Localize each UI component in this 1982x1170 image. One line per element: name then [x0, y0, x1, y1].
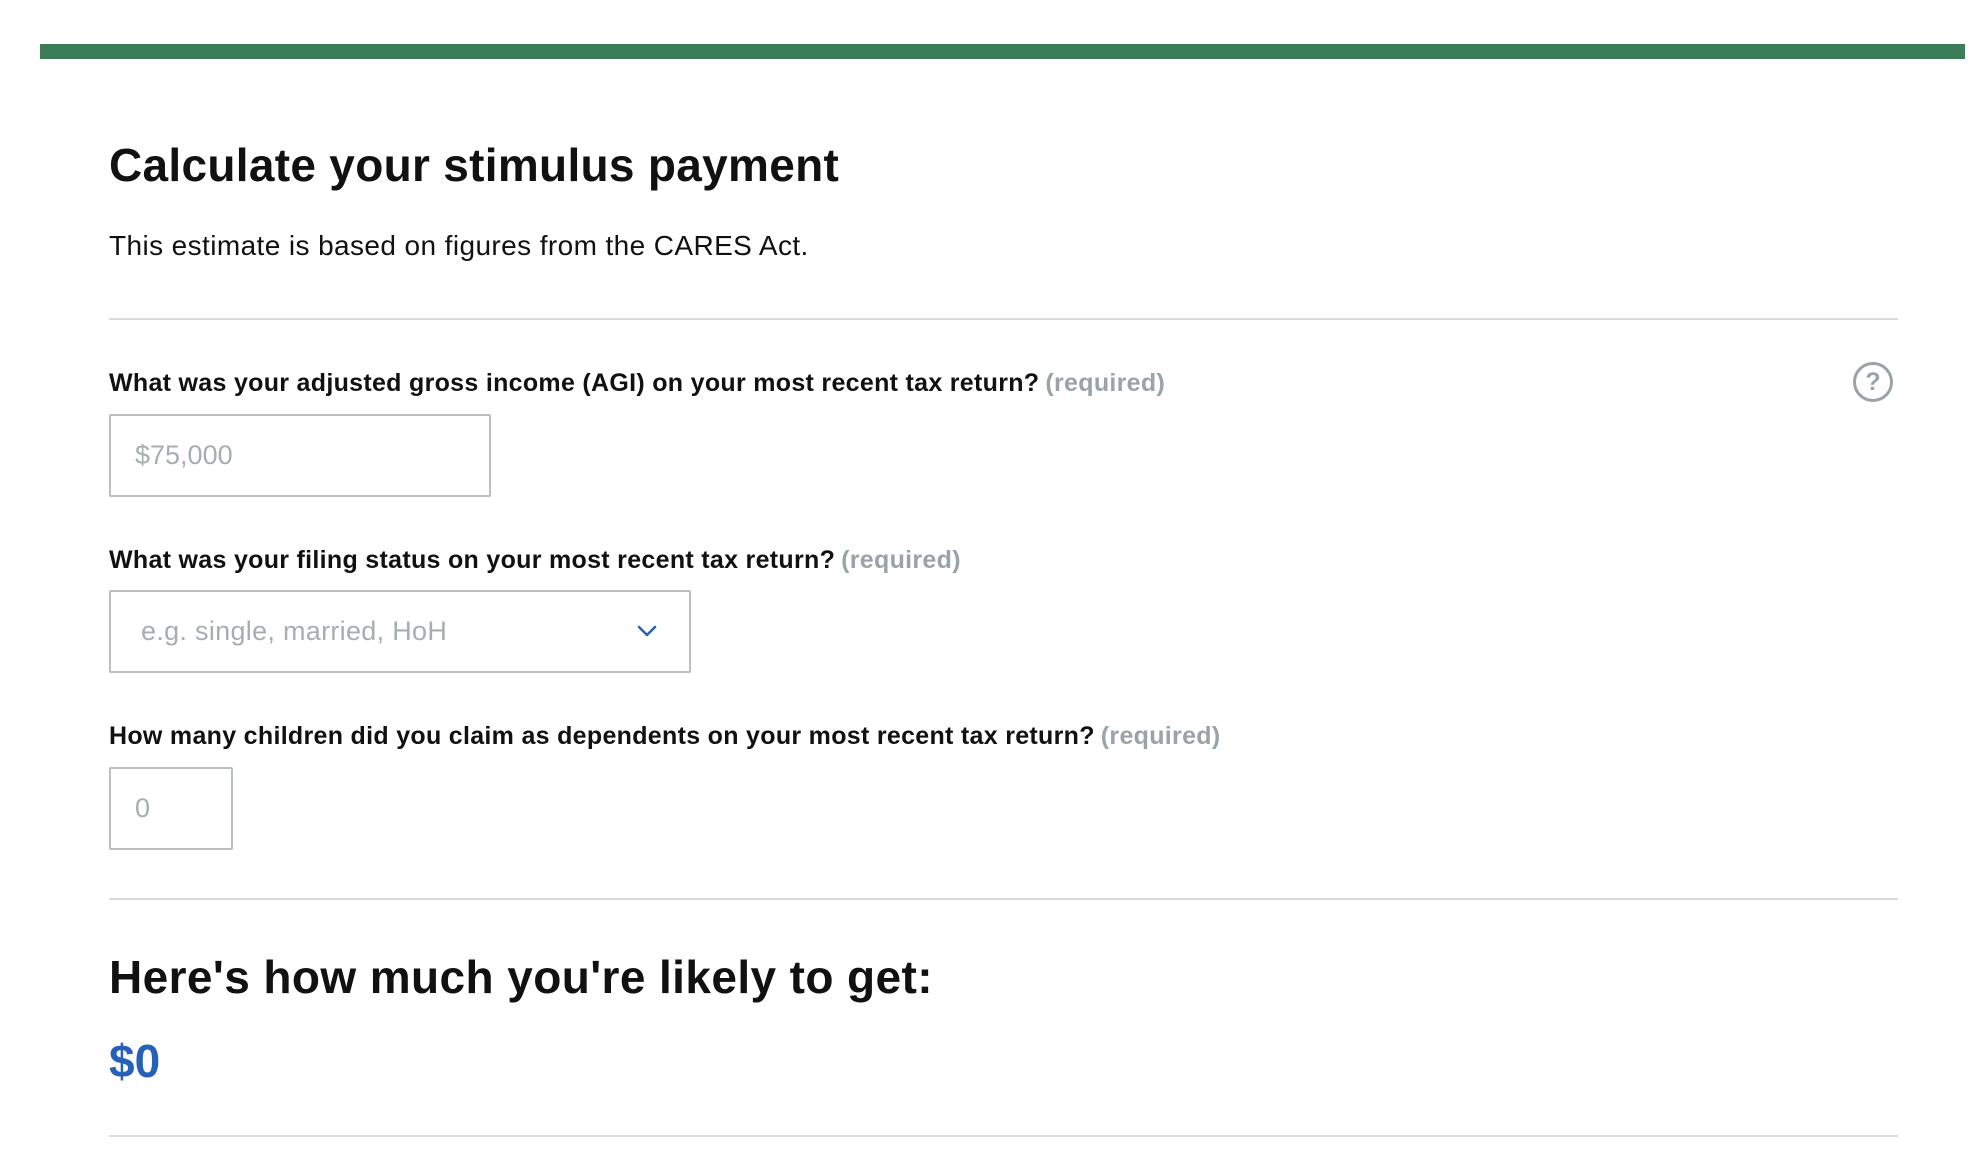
accent-bar [40, 44, 1965, 59]
result-amount: $0 [109, 1035, 161, 1087]
agi-label-text: What was your adjusted gross income (AGI… [109, 369, 1040, 397]
agi-required-text: (required) [1045, 369, 1166, 397]
page-title: Calculate your stimulus payment [109, 139, 840, 191]
result-heading: Here's how much you're likely to get: [109, 951, 933, 1003]
filing-status-label: What was your filing status on your most… [109, 546, 961, 575]
filing-status-required-text: (required) [841, 546, 961, 574]
children-label: How many children did you claim as depen… [109, 722, 1220, 751]
page-subtitle: This estimate is based on figures from t… [109, 230, 809, 261]
divider-middle [109, 898, 1898, 900]
filing-status-placeholder: e.g. single, married, HoH [141, 616, 448, 646]
children-input[interactable] [109, 767, 233, 850]
children-required-text: (required) [1100, 722, 1221, 750]
agi-input[interactable] [109, 414, 491, 497]
agi-label: What was your adjusted gross income (AGI… [109, 369, 1165, 398]
stimulus-calculator-page: Calculate your stimulus payment This est… [0, 0, 1982, 1170]
divider-bottom [109, 1135, 1898, 1137]
divider-top [109, 318, 1898, 320]
children-label-text: How many children did you claim as depen… [109, 722, 1095, 750]
help-icon[interactable]: ? [1853, 362, 1893, 402]
filing-status-select[interactable]: e.g. single, married, HoH [109, 590, 691, 673]
chevron-down-icon [637, 625, 657, 637]
filing-status-label-text: What was your filing status on your most… [109, 546, 836, 574]
